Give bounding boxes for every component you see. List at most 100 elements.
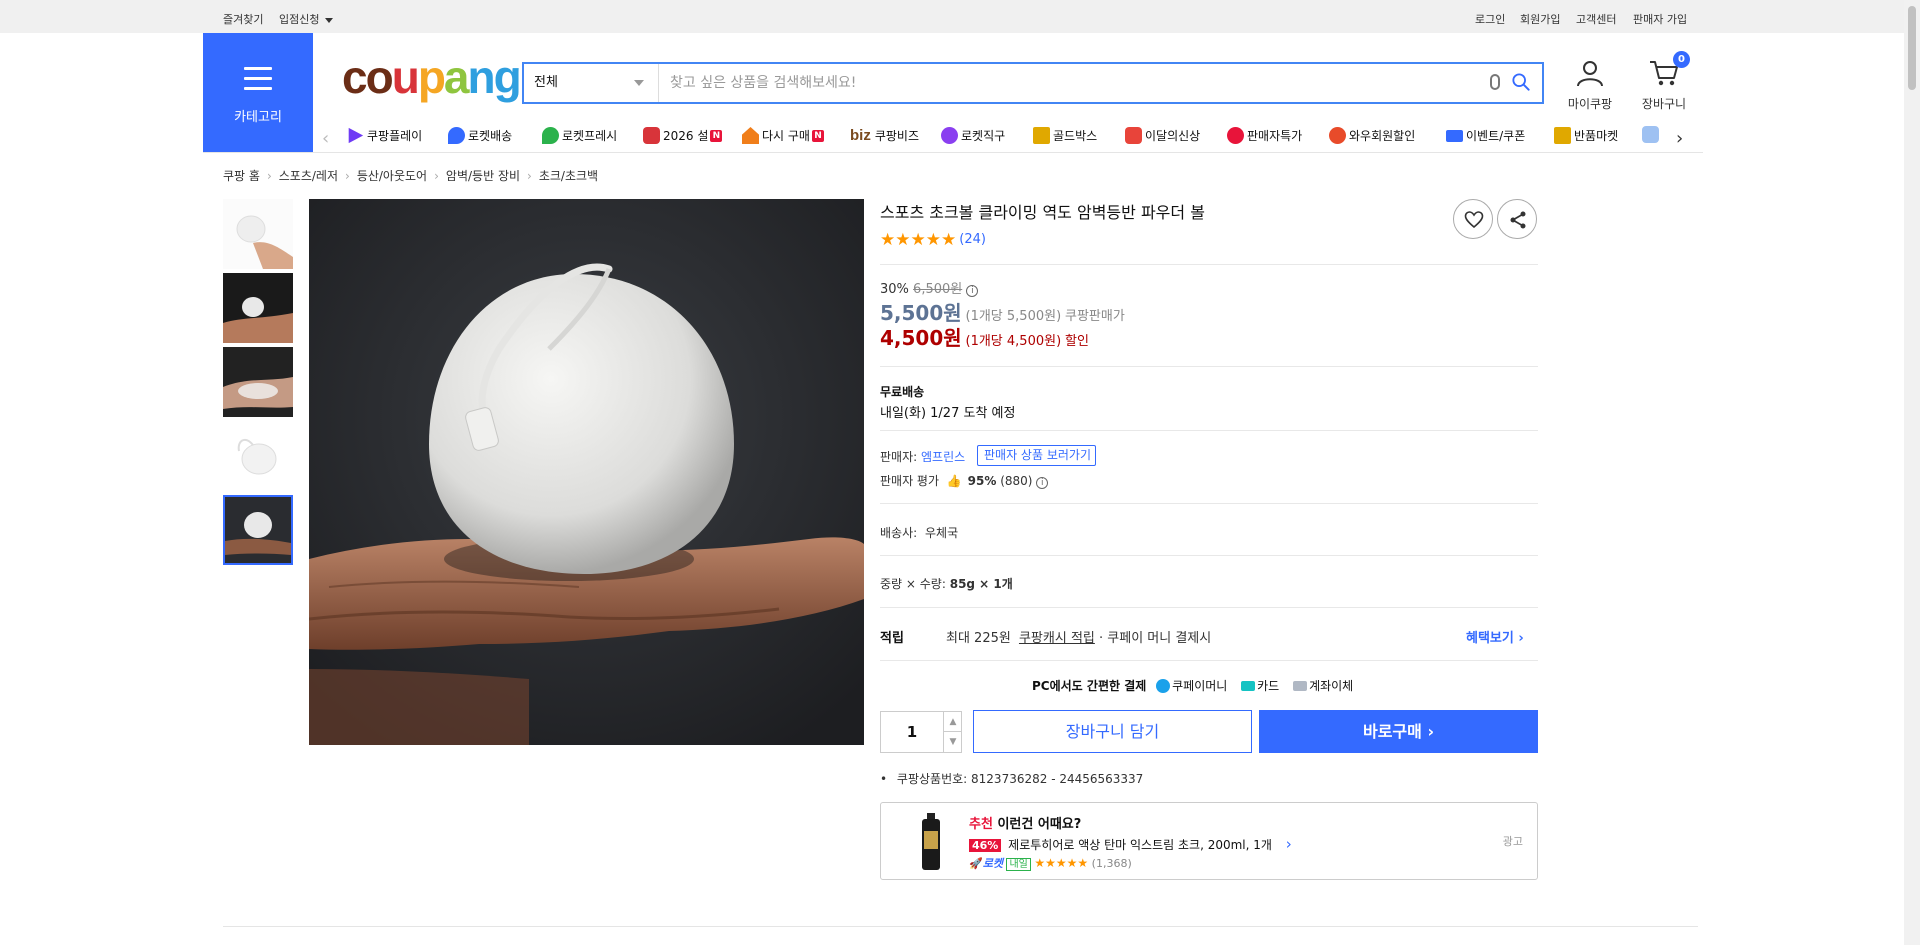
chevron-down-icon: [634, 80, 644, 86]
seller-products-button[interactable]: 판매자 상품 보러가기: [977, 445, 1096, 466]
bookmark-link[interactable]: 즐겨찾기: [223, 11, 263, 27]
product-main-image[interactable]: [309, 199, 864, 745]
option-value: 85g × 1개: [949, 577, 1013, 591]
divider: [880, 607, 1538, 608]
cart-count-badge: 0: [1673, 51, 1690, 68]
rocket-icon: [448, 127, 465, 144]
wishlist-button[interactable]: [1453, 199, 1493, 239]
quantity-stepper: 1 ▲ ▼: [880, 711, 962, 753]
coupang-logo[interactable]: coupang: [342, 52, 522, 102]
nav-item-coupang-biz[interactable]: biz 쿠팡비즈: [850, 127, 919, 147]
product-thumbnail[interactable]: [223, 199, 293, 269]
seller-name-link[interactable]: 엠프린스: [921, 450, 965, 464]
share-button[interactable]: [1497, 199, 1537, 239]
nav-item-seller-deals[interactable]: 판매자특가: [1227, 127, 1302, 147]
recommend-review-count: (1,368): [1091, 857, 1132, 870]
chevron-right-icon[interactable]: ›: [1286, 835, 1292, 853]
option-row: 중량 × 수량: 85g × 1개: [880, 575, 1013, 592]
product-rating[interactable]: ★★★★★ (24): [880, 231, 986, 249]
quantity-increase-button[interactable]: ▲: [943, 712, 962, 732]
star-icon: ★: [895, 230, 911, 250]
nav-item-coupang-play[interactable]: 쿠팡플레이: [347, 127, 422, 147]
option-label: 중량 × 수량:: [880, 577, 946, 591]
product-thumbnail[interactable]: [223, 347, 293, 417]
breadcrumb-climbing[interactable]: 암벽/등반 장비: [446, 169, 520, 183]
product-thumbnail[interactable]: [223, 273, 293, 343]
signup-link[interactable]: 회원가입: [1520, 11, 1560, 27]
nav-item-buy-again[interactable]: 다시 구매 N: [742, 127, 824, 147]
original-price: 6,500원: [913, 282, 963, 297]
sale-price-row: 4,500원 (1개당 4,500원) 할인: [880, 322, 1089, 351]
search-icon[interactable]: [1512, 73, 1530, 91]
new-badge: N: [710, 129, 723, 142]
product-thumbnail[interactable]: [223, 421, 293, 491]
breadcrumb-chalk[interactable]: 초크/초크백: [539, 169, 598, 183]
reward-row: 최대 225원 쿠팡캐시 적립 · 쿠페이 머니 결제시: [946, 627, 1211, 646]
chevron-right-icon: ›: [527, 169, 532, 183]
nav-item-more[interactable]: [1642, 126, 1662, 147]
reward-title: 적립: [880, 631, 904, 646]
nav-item-new-this-month[interactable]: 이달의신상: [1125, 127, 1200, 147]
nav-next-arrow-icon[interactable]: ›: [1676, 128, 1683, 149]
seller-signup-link[interactable]: 판매자 가입: [1633, 11, 1687, 27]
search-input[interactable]: 찾고 싶은 상품을 검색해보세요!: [670, 64, 1470, 102]
hamburger-icon: [244, 67, 272, 97]
seller-row: 판매자: 엠프린스: [880, 448, 965, 465]
header-divider: [203, 152, 1703, 153]
seller-rating-count: (880): [1000, 474, 1033, 488]
breadcrumb-outdoor[interactable]: 등산/아웃도어: [357, 169, 427, 183]
info-icon[interactable]: i: [1036, 477, 1049, 489]
more-category-icon: [1642, 126, 1659, 143]
nav-item-rocket-direct[interactable]: 로켓직구: [941, 127, 1005, 147]
login-link[interactable]: 로그인: [1475, 11, 1505, 27]
seller-rating-label: 판매자 평가: [880, 474, 940, 488]
quantity-input[interactable]: 1: [881, 712, 943, 752]
recommend-product-row: 46% 제로투히어로 액상 탄마 익스트림 초크, 200ml, 1개 ›: [969, 835, 1292, 853]
market-icon: [1554, 127, 1571, 144]
recommend-product-name[interactable]: 제로투히어로 액상 탄마 익스트림 초크, 200ml, 1개: [1008, 838, 1272, 852]
breadcrumb-home[interactable]: 쿠팡 홈: [223, 169, 260, 183]
product-thumbnail-selected[interactable]: [223, 495, 293, 565]
category-nav: 쿠팡플레이 로켓배송 로켓프레시 2026 설N 다시 구매 N biz 쿠팡비즈 …: [320, 123, 1700, 151]
ad-label: 광고: [1502, 835, 1523, 848]
nav-item-return-market[interactable]: 반품마켓: [1554, 127, 1618, 147]
bank-transfer-icon: [1293, 680, 1308, 691]
nav-item-goldbox[interactable]: 골드박스: [1033, 127, 1097, 147]
quantity-decrease-button[interactable]: ▼: [943, 732, 962, 752]
info-icon[interactable]: i: [966, 285, 979, 297]
divider: [880, 366, 1538, 367]
mypage-button[interactable]: 마이쿠팡: [1560, 58, 1620, 112]
breadcrumb: 쿠팡 홈 › 스포츠/레저 › 등산/아웃도어 › 암벽/등반 장비 › 초크/초크백: [223, 167, 598, 184]
chevron-right-icon: ›: [434, 169, 439, 183]
carrier-label: 배송사:: [880, 526, 918, 540]
nav-item-events-coupons[interactable]: 이벤트/쿠폰: [1446, 127, 1525, 147]
sale-price: 4,500원: [880, 326, 962, 350]
coupang-cash-link[interactable]: 쿠팡캐시 적립: [1019, 631, 1095, 646]
add-to-cart-button[interactable]: 장바구니 담기: [973, 710, 1252, 753]
nav-item-wow-discount[interactable]: 와우회원할인: [1329, 127, 1415, 147]
category-menu-button[interactable]: 카테고리: [203, 33, 313, 152]
benefit-link[interactable]: 혜택보기 ›: [1466, 627, 1524, 646]
nav-item-rocket-fresh[interactable]: 로켓프레시: [542, 127, 617, 147]
nav-item-2026-seol[interactable]: 2026 설N: [643, 127, 723, 147]
partner-apply-link[interactable]: 입점신청: [279, 11, 333, 27]
rocket-icon: 🚀: [969, 857, 983, 870]
scrollbar-thumb[interactable]: [1908, 6, 1916, 90]
search-category-select[interactable]: 전체: [524, 64, 659, 102]
star-icon: ★: [880, 230, 896, 250]
coupay-money-icon: [1156, 678, 1171, 693]
customer-center-link[interactable]: 고객센터: [1576, 11, 1616, 27]
recommend-card[interactable]: 추천 이런건 어때요? 46% 제로투히어로 액상 탄마 익스트림 초크, 20…: [880, 802, 1538, 880]
microphone-icon[interactable]: [1490, 74, 1500, 90]
nav-item-rocket-delivery[interactable]: 로켓배송: [448, 127, 512, 147]
new-badge: N: [811, 129, 824, 142]
page-scrollbar[interactable]: [1904, 0, 1920, 945]
review-count[interactable]: (24): [959, 232, 986, 247]
recommend-discount-badge: 46%: [969, 839, 1002, 852]
breadcrumb-sports[interactable]: 스포츠/레저: [279, 169, 338, 183]
wow-icon: [1329, 127, 1346, 144]
category-label: 카테고리: [234, 110, 282, 125]
buy-now-button[interactable]: 바로구매 ›: [1259, 710, 1538, 753]
new-icon: [1125, 127, 1142, 144]
discount-row: 30% 6,500원 i: [880, 278, 979, 297]
